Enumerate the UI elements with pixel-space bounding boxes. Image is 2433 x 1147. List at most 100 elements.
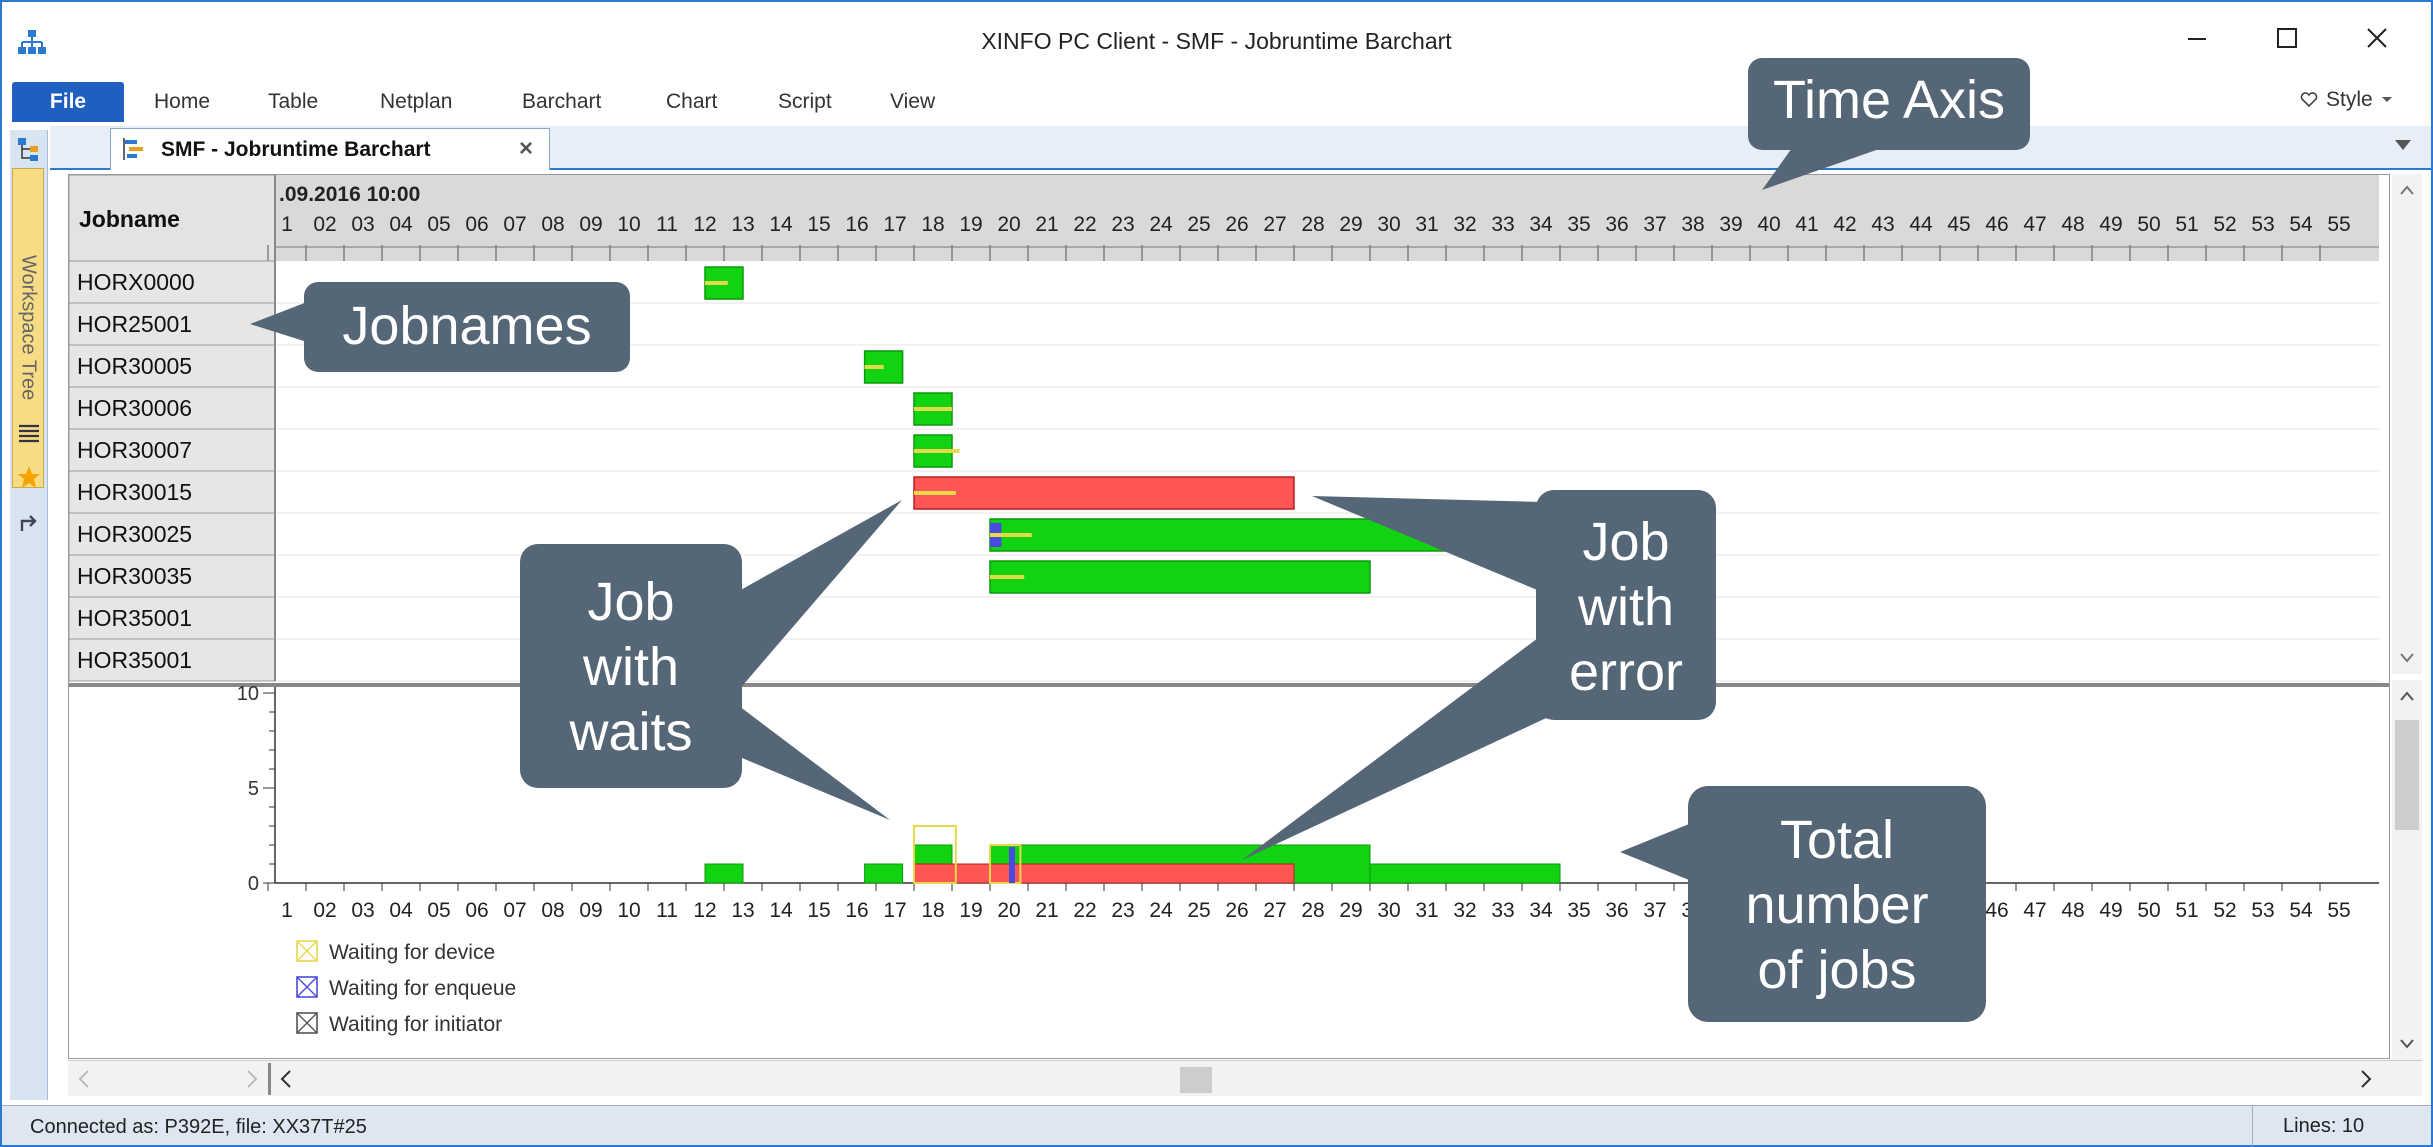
histogram-x-tick-label: 11 [656, 899, 678, 922]
time-tick-label: 08 [541, 213, 564, 236]
histogram-x-tick-label: 22 [1073, 899, 1096, 922]
histogram-vertical-scrollbar[interactable] [2392, 680, 2422, 1060]
time-tick-label: 35 [1567, 213, 1590, 236]
time-tick-label: 12 [693, 213, 716, 236]
ribbon-menu: File Home Table Netplan Barchart Chart S… [2, 82, 2431, 126]
time-tick-label: 49 [2099, 213, 2122, 236]
workspace-tree-icon[interactable] [14, 134, 44, 164]
document-tab-bar: SMF - Jobruntime Barchart × [50, 126, 2431, 170]
time-tick-label: 33 [1491, 213, 1514, 236]
list-icon[interactable] [14, 418, 44, 448]
histogram-x-tick-label: 34 [1529, 899, 1553, 922]
time-tick-label: 43 [1871, 213, 1894, 236]
histogram-x-tick-label: 36 [1605, 899, 1628, 922]
histogram-x-tick-label: 06 [465, 899, 488, 922]
time-tick-label: 22 [1073, 213, 1096, 236]
jobname-label: HOR35001 [77, 605, 192, 631]
time-tick-label: 41 [1795, 213, 1818, 236]
close-button[interactable] [2342, 16, 2412, 60]
histogram-x-tick-label: 08 [541, 899, 564, 922]
barchart-icon [123, 138, 143, 160]
histogram-x-tick-label: 47 [2023, 899, 2046, 922]
window-title: XINFO PC Client - SMF - Jobruntime Barch… [981, 28, 1452, 54]
time-tick-label: 55 [2327, 213, 2350, 236]
menu-chart[interactable]: Chart [666, 90, 717, 114]
close-icon [2367, 28, 2387, 48]
job-bar-ok [989, 518, 1561, 552]
menu-home[interactable]: Home [154, 90, 210, 114]
time-tick-label: 34 [1529, 213, 1553, 236]
menu-table[interactable]: Table [268, 90, 318, 114]
callout-error-line-3: error [1568, 641, 1683, 702]
histogram-x-tick-label: 07 [503, 899, 526, 922]
time-tick-label: 53 [2251, 213, 2274, 236]
time-tick-label: 1 [281, 213, 293, 236]
time-tick-label: 29 [1339, 213, 1362, 236]
menu-netplan[interactable]: Netplan [380, 90, 452, 114]
histogram-x-tick-label: 02 [313, 899, 336, 922]
title-bar: XINFO PC Client - SMF - Jobruntime Barch… [2, 2, 2431, 82]
time-tick-label: 44 [1909, 213, 1933, 236]
time-tick-label: 27 [1263, 213, 1286, 236]
callout-total-line-3: of jobs [1757, 939, 1917, 1000]
histogram-x-tick-label: 12 [693, 899, 716, 922]
jobname-label: HOR30015 [77, 479, 192, 505]
time-tick-label: 48 [2061, 213, 2084, 236]
histogram-x-tick-label: 32 [1453, 899, 1476, 922]
callout-jobnames: Jobnames [342, 296, 592, 356]
histogram-x-tick-label: 26 [1225, 899, 1248, 922]
legend-label: Waiting for device [329, 941, 495, 964]
style-menu[interactable]: Style [2300, 88, 2393, 112]
menu-view[interactable]: View [890, 90, 935, 114]
time-tick-label: 46 [1985, 213, 2008, 236]
callout-time-axis: Time Axis [1772, 70, 2006, 130]
time-tick-label: 07 [503, 213, 526, 236]
histogram-enqueue-mark [1009, 847, 1015, 883]
time-tick-label: 16 [845, 213, 868, 236]
histogram-bar-ok [704, 863, 744, 884]
horizontal-scrollbar[interactable] [68, 1060, 2422, 1096]
time-tick-label: 28 [1301, 213, 1324, 236]
histogram-y-tick-label: 10 [237, 683, 259, 705]
histogram-x-tick-label: 48 [2061, 899, 2084, 922]
tab-list-dropdown-icon[interactable] [2393, 138, 2413, 152]
histogram-x-tick-label: 30 [1377, 899, 1400, 922]
job-bar-ok [989, 560, 1371, 594]
style-label: Style [2326, 88, 2373, 111]
gantt-vertical-scrollbar[interactable] [2392, 174, 2422, 674]
menu-script[interactable]: Script [778, 90, 832, 114]
histogram-x-tick-label: 52 [2213, 899, 2236, 922]
menu-file[interactable]: File [12, 82, 124, 122]
time-tick-label: 47 [2023, 213, 2046, 236]
histogram-x-tick-label: 28 [1301, 899, 1324, 922]
jobname-label: HOR25001 [77, 311, 192, 337]
chevron-down-icon [2381, 97, 2392, 102]
star-icon[interactable] [14, 462, 44, 492]
histogram-x-tick-label: 04 [389, 899, 413, 922]
menu-barchart[interactable]: Barchart [522, 90, 601, 114]
pane-separator [69, 683, 2389, 687]
workspace-tree-label: Workspace Tree [17, 255, 40, 401]
jobname-label: HOR30035 [77, 563, 192, 589]
time-tick-label: 21 [1035, 213, 1058, 236]
maximize-button[interactable] [2252, 16, 2322, 60]
time-tick-label: 45 [1947, 213, 1970, 236]
tab-jobruntime-barchart[interactable]: SMF - Jobruntime Barchart × [110, 128, 550, 170]
time-tick-label: 15 [807, 213, 830, 236]
histogram-x-tick-label: 37 [1643, 899, 1666, 922]
callout-job-with-error: Job with error [1536, 510, 1716, 704]
minimize-button[interactable] [2162, 16, 2232, 60]
heart-icon [2300, 92, 2318, 108]
tab-close-icon[interactable]: × [519, 135, 533, 163]
histogram-vscroll-arrows [2395, 691, 2419, 1049]
callout-error-line-1: Job [1582, 512, 1670, 572]
job-wait-mark [914, 407, 952, 411]
share-icon[interactable] [14, 506, 44, 536]
histogram-x-tick-label: 31 [1415, 899, 1438, 922]
time-tick-label: 02 [313, 213, 336, 236]
jobname-label: HOR30025 [77, 521, 192, 547]
histogram-x-tick-label: 13 [731, 899, 754, 922]
lines-count: Lines: 10 [2252, 1106, 2431, 1146]
time-tick-label: 52 [2213, 213, 2236, 236]
histogram-x-tick-label: 05 [427, 899, 450, 922]
